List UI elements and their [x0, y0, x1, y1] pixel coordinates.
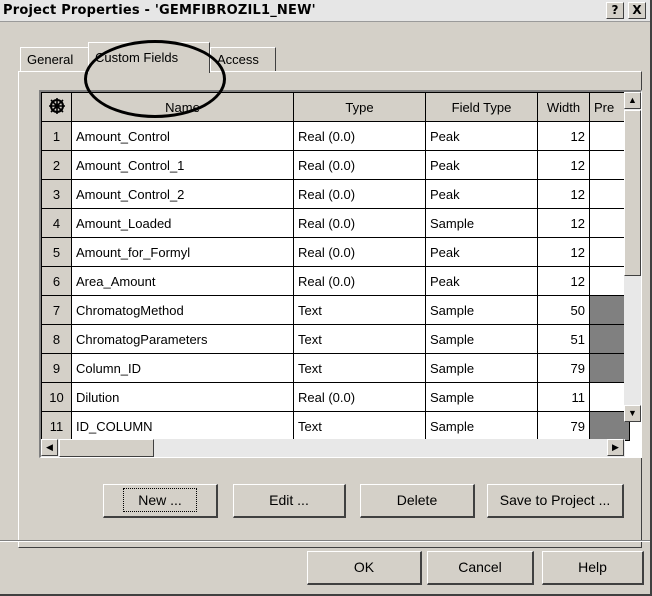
- footer-separator: [0, 540, 650, 542]
- field-name-cell[interactable]: Amount_Control_1: [71, 150, 294, 180]
- type-cell[interactable]: Text: [293, 353, 426, 383]
- table-row[interactable]: 8 ChromatogParameters Text Sample 51: [41, 324, 630, 354]
- edit-button[interactable]: Edit ...: [233, 484, 346, 518]
- type-cell[interactable]: Real (0.0): [293, 179, 426, 209]
- scroll-up-arrow-icon[interactable]: ▲: [624, 92, 641, 109]
- field-name-cell[interactable]: Amount_Loaded: [71, 208, 294, 238]
- custom-fields-grid: Name Type Field Type Width Pre 1 Amount_C…: [39, 90, 642, 458]
- row-number[interactable]: 9: [41, 353, 72, 383]
- delete-button[interactable]: Delete: [360, 484, 475, 518]
- field-name-cell[interactable]: Amount_Control: [71, 121, 294, 151]
- field-name-cell[interactable]: ID_COLUMN: [71, 411, 294, 441]
- type-cell[interactable]: Real (0.0): [293, 208, 426, 238]
- scroll-left-arrow-icon[interactable]: ◀: [41, 439, 58, 456]
- ok-button[interactable]: OK: [307, 551, 422, 585]
- field-type-cell[interactable]: Sample: [425, 208, 538, 238]
- field-type-cell[interactable]: Peak: [425, 266, 538, 296]
- tab-general[interactable]: General: [20, 47, 90, 72]
- grid-select-all-icon: [48, 97, 65, 114]
- close-title-button[interactable]: X: [628, 2, 646, 19]
- width-cell[interactable]: 12: [537, 208, 590, 238]
- width-cell[interactable]: 79: [537, 411, 590, 441]
- table-row[interactable]: 4 Amount_Loaded Real (0.0) Sample 12: [41, 208, 630, 238]
- cancel-button[interactable]: Cancel: [427, 551, 534, 585]
- field-type-cell[interactable]: Sample: [425, 295, 538, 325]
- field-type-cell[interactable]: Peak: [425, 179, 538, 209]
- scroll-right-arrow-icon[interactable]: ▶: [607, 439, 624, 456]
- table-row[interactable]: 2 Amount_Control_1 Real (0.0) Peak 12: [41, 150, 630, 180]
- select-all-corner[interactable]: [41, 92, 72, 122]
- table-row[interactable]: 3 Amount_Control_2 Real (0.0) Peak 12: [41, 179, 630, 209]
- row-number[interactable]: 8: [41, 324, 72, 354]
- scroll-down-arrow-icon[interactable]: ▼: [624, 405, 641, 422]
- save-to-project-button[interactable]: Save to Project ...: [487, 484, 624, 518]
- help-title-button[interactable]: ?: [606, 2, 624, 19]
- width-cell[interactable]: 51: [537, 324, 590, 354]
- row-number[interactable]: 10: [41, 382, 72, 412]
- type-cell[interactable]: Text: [293, 295, 426, 325]
- table-row[interactable]: 10 Dilution Real (0.0) Sample 11: [41, 382, 630, 412]
- field-type-cell[interactable]: Sample: [425, 411, 538, 441]
- type-cell[interactable]: Real (0.0): [293, 382, 426, 412]
- field-type-cell[interactable]: Sample: [425, 353, 538, 383]
- help-button[interactable]: Help: [542, 551, 644, 585]
- column-header-type[interactable]: Type: [293, 92, 426, 122]
- field-name-cell[interactable]: Dilution: [71, 382, 294, 412]
- field-name-cell[interactable]: Amount_Control_2: [71, 179, 294, 209]
- field-name-cell[interactable]: ChromatogParameters: [71, 324, 294, 354]
- field-name-cell[interactable]: Amount_for_Formyl: [71, 237, 294, 267]
- width-cell[interactable]: 11: [537, 382, 590, 412]
- width-cell[interactable]: 79: [537, 353, 590, 383]
- table-row[interactable]: 1 Amount_Control Real (0.0) Peak 12: [41, 121, 630, 151]
- column-header-width[interactable]: Width: [537, 92, 590, 122]
- table-row[interactable]: 11 ID_COLUMN Text Sample 79: [41, 411, 630, 441]
- field-type-cell[interactable]: Sample: [425, 382, 538, 412]
- column-header-field-type[interactable]: Field Type: [425, 92, 538, 122]
- title-bar[interactable]: Project Properties - 'GEMFIBROZIL1_NEW' …: [0, 0, 650, 22]
- width-cell[interactable]: 12: [537, 121, 590, 151]
- vertical-scrollbar[interactable]: ▲ ▼: [624, 92, 641, 422]
- new-button[interactable]: New ...: [103, 484, 218, 518]
- field-name-cell[interactable]: Area_Amount: [71, 266, 294, 296]
- table-row[interactable]: 5 Amount_for_Formyl Real (0.0) Peak 12: [41, 237, 630, 267]
- width-cell[interactable]: 12: [537, 179, 590, 209]
- type-cell[interactable]: Text: [293, 324, 426, 354]
- table-row[interactable]: 7 ChromatogMethod Text Sample 50: [41, 295, 630, 325]
- window-title: Project Properties - 'GEMFIBROZIL1_NEW': [3, 3, 316, 18]
- type-cell[interactable]: Real (0.0): [293, 266, 426, 296]
- table-row[interactable]: 9 Column_ID Text Sample 79: [41, 353, 630, 383]
- row-number[interactable]: 2: [41, 150, 72, 180]
- row-number[interactable]: 7: [41, 295, 72, 325]
- row-number[interactable]: 11: [41, 411, 72, 441]
- row-number[interactable]: 1: [41, 121, 72, 151]
- width-cell[interactable]: 12: [537, 150, 590, 180]
- new-button-label: New ...: [123, 488, 197, 512]
- field-type-cell[interactable]: Peak: [425, 237, 538, 267]
- tab-custom-fields[interactable]: Custom Fields: [88, 42, 210, 73]
- tab-access[interactable]: Access: [210, 47, 276, 72]
- field-type-cell[interactable]: Peak: [425, 121, 538, 151]
- field-name-cell[interactable]: ChromatogMethod: [71, 295, 294, 325]
- row-number[interactable]: 4: [41, 208, 72, 238]
- width-cell[interactable]: 12: [537, 237, 590, 267]
- horizontal-scrollbar[interactable]: ◀ ▶: [41, 439, 625, 457]
- field-type-cell[interactable]: Sample: [425, 324, 538, 354]
- row-number[interactable]: 5: [41, 237, 72, 267]
- width-cell[interactable]: 12: [537, 266, 590, 296]
- horizontal-scroll-thumb[interactable]: [59, 439, 154, 457]
- type-cell[interactable]: Text: [293, 411, 426, 441]
- row-number[interactable]: 3: [41, 179, 72, 209]
- width-cell[interactable]: 50: [537, 295, 590, 325]
- table-row[interactable]: 6 Area_Amount Real (0.0) Peak 12: [41, 266, 630, 296]
- vertical-scroll-thumb[interactable]: [624, 110, 641, 276]
- project-properties-dialog: Project Properties - 'GEMFIBROZIL1_NEW' …: [0, 0, 652, 596]
- type-cell[interactable]: Real (0.0): [293, 237, 426, 267]
- type-cell[interactable]: Real (0.0): [293, 121, 426, 151]
- type-cell[interactable]: Real (0.0): [293, 150, 426, 180]
- field-name-cell[interactable]: Column_ID: [71, 353, 294, 383]
- column-header-name[interactable]: Name: [71, 92, 294, 122]
- field-type-cell[interactable]: Peak: [425, 150, 538, 180]
- row-number[interactable]: 6: [41, 266, 72, 296]
